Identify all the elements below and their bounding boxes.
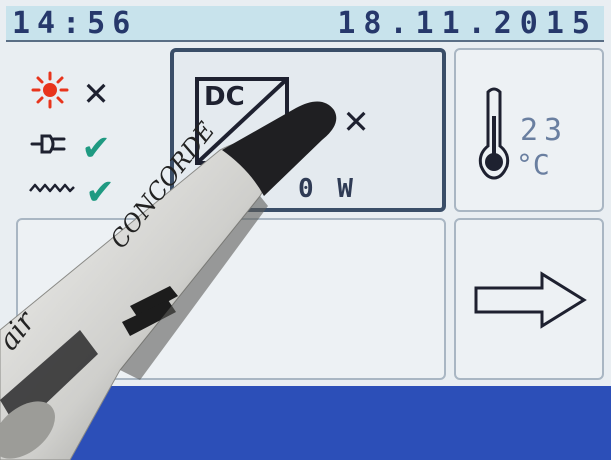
touch-screen: 14:56 18.11.2015 ✕ ✔ ✔ DC ✕ 0 W 23 °C CO…: [0, 0, 611, 460]
status-bar: 14:56 18.11.2015: [6, 6, 604, 42]
status-row-wave: ✔: [28, 170, 112, 210]
check-mark-icon: ✔: [88, 167, 113, 213]
next-tile[interactable]: [454, 218, 604, 380]
power-value: 0 W: [298, 174, 357, 204]
wave-icon: [28, 173, 76, 207]
temperature-unit: °C: [516, 148, 550, 181]
thermometer-icon: [478, 87, 510, 180]
dc-label: DC: [204, 82, 245, 112]
clock-time: 14:56: [12, 6, 138, 41]
empty-tile[interactable]: [16, 218, 446, 380]
x-mark-icon: ✕: [84, 69, 109, 115]
bottom-bar: [0, 386, 611, 460]
status-row-grid: ✔: [28, 124, 108, 168]
check-mark-icon: ✔: [84, 123, 109, 169]
temperature-value: 23: [520, 113, 569, 148]
status-row-sun: ✕: [28, 70, 108, 114]
x-mark-icon: ✕: [344, 97, 369, 143]
sun-icon: [28, 70, 72, 114]
date-display: 18.11.2015: [337, 6, 598, 41]
arrow-right-icon: [474, 271, 587, 329]
plug-icon: [28, 124, 72, 168]
